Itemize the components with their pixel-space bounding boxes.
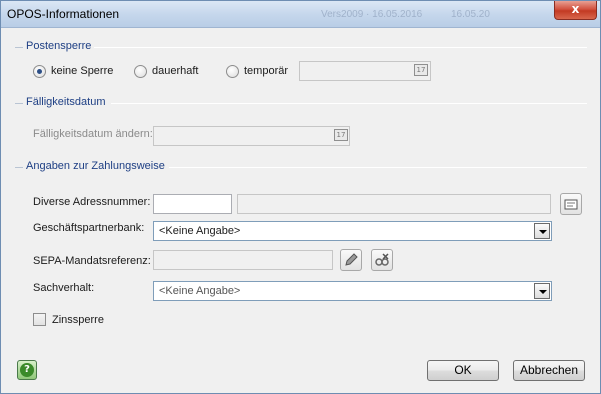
adressnummer-input[interactable] bbox=[153, 194, 232, 214]
radio-keine-sperre-label: keine Sperre bbox=[51, 65, 114, 77]
close-button[interactable]: x bbox=[554, 1, 597, 20]
radio-temporaer[interactable] bbox=[226, 65, 239, 78]
title-bar[interactable]: OPOS-Informationen Vers2009 · 16.05.2016… bbox=[1, 1, 600, 28]
section-divider bbox=[15, 103, 23, 104]
section-divider bbox=[111, 103, 587, 104]
ok-button[interactable]: OK bbox=[427, 360, 499, 381]
edit-sepa-button[interactable] bbox=[340, 249, 362, 271]
remove-sepa-button[interactable] bbox=[371, 249, 393, 271]
section-divider bbox=[94, 47, 587, 48]
bank-label: Geschäftspartnerbank: bbox=[33, 222, 145, 234]
address-card-button[interactable] bbox=[560, 193, 582, 215]
zinssperre-label: Zinssperre bbox=[52, 314, 104, 326]
sachverhalt-select-value: <Keine Angabe> bbox=[159, 285, 241, 297]
help-button[interactable]: ? bbox=[17, 360, 37, 380]
calendar-icon[interactable]: 17 bbox=[334, 129, 348, 141]
faelligkeit-label: Fälligkeitsdatum ändern: bbox=[33, 128, 153, 140]
postensperre-title: Postensperre bbox=[26, 40, 92, 52]
zahlungsweise-title: Angaben zur Zahlungsweise bbox=[26, 160, 165, 172]
bank-select-value: <Keine Angabe> bbox=[159, 225, 241, 237]
pencil-icon bbox=[345, 253, 358, 266]
radio-dauerhaft[interactable] bbox=[134, 65, 147, 78]
section-divider bbox=[169, 167, 587, 168]
chevron-down-icon[interactable] bbox=[534, 223, 550, 239]
close-icon: x bbox=[571, 2, 580, 16]
sachverhalt-select[interactable]: <Keine Angabe> bbox=[153, 281, 552, 301]
section-divider bbox=[15, 47, 23, 48]
sperre-date-field[interactable] bbox=[299, 61, 431, 81]
sepa-input[interactable] bbox=[153, 250, 333, 270]
zinssperre-checkbox[interactable] bbox=[33, 313, 46, 326]
address-card-icon bbox=[564, 199, 578, 210]
sachverhalt-label: Sachverhalt: bbox=[33, 282, 95, 294]
adressname-field bbox=[237, 194, 551, 214]
calendar-icon[interactable]: 17 bbox=[414, 64, 428, 76]
background-window-title: Vers2009 · 16.05.2016 bbox=[321, 9, 423, 20]
adressnummer-label: Diverse Adressnummer: bbox=[33, 196, 151, 208]
background-window-title: 16.05.20 bbox=[451, 9, 490, 20]
help-icon: ? bbox=[20, 363, 34, 377]
bank-select[interactable]: <Keine Angabe> bbox=[153, 221, 552, 241]
sepa-label: SEPA-Mandatsreferenz: bbox=[33, 255, 151, 267]
faelligkeit-title: Fälligkeitsdatum bbox=[26, 96, 106, 108]
faelligkeit-date-field[interactable] bbox=[153, 126, 350, 146]
opos-dialog: OPOS-Informationen Vers2009 · 16.05.2016… bbox=[0, 0, 601, 394]
radio-temporaer-label: temporär bbox=[244, 65, 289, 77]
section-divider bbox=[15, 167, 23, 168]
cancel-button[interactable]: Abbrechen bbox=[513, 360, 585, 381]
window-title: OPOS-Informationen bbox=[7, 7, 120, 21]
chevron-down-icon[interactable] bbox=[534, 283, 550, 299]
unlink-icon bbox=[375, 253, 389, 266]
radio-dauerhaft-label: dauerhaft bbox=[152, 65, 199, 77]
radio-keine-sperre[interactable] bbox=[33, 65, 46, 78]
